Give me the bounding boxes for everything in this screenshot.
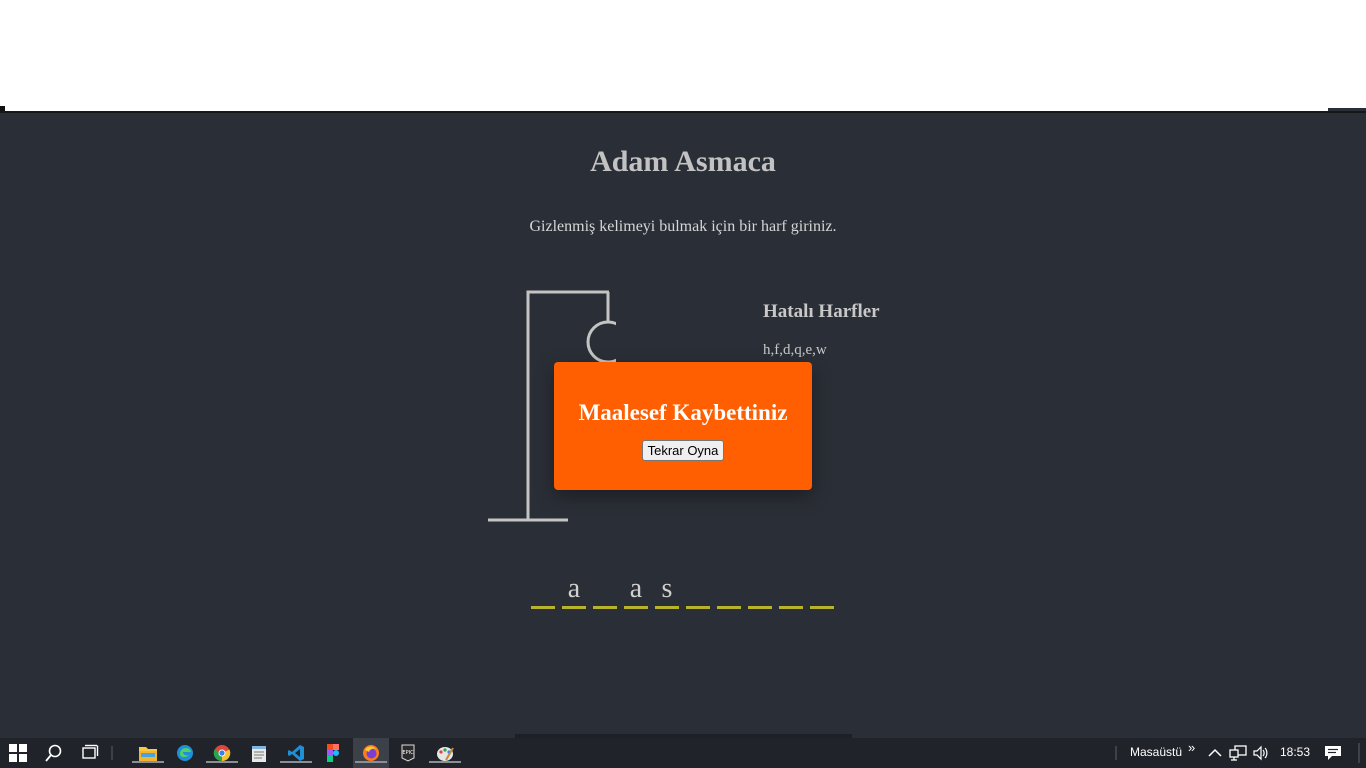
show-desktop-divider[interactable] bbox=[1354, 743, 1364, 763]
game-over-popup: Maalesef Kaybettiniz Tekrar Oyna bbox=[554, 362, 812, 490]
desktop-toolbar-label[interactable]: Masaüstü bbox=[1130, 745, 1182, 759]
letter-slot bbox=[779, 572, 803, 609]
search-icon[interactable] bbox=[44, 743, 64, 763]
notepad-icon[interactable] bbox=[249, 743, 269, 763]
task-view-icon[interactable] bbox=[80, 743, 100, 763]
toolbar-chevron-icon[interactable]: » bbox=[1188, 740, 1195, 755]
running-indicator bbox=[355, 761, 387, 763]
running-indicator bbox=[280, 761, 312, 763]
wrong-letters-list: h,f,d,q,e,w bbox=[763, 342, 827, 358]
hidden-word: a a s bbox=[531, 572, 834, 609]
letter-slot bbox=[717, 572, 741, 609]
page-title: Adam Asmaca bbox=[590, 145, 776, 178]
notifications-icon[interactable] bbox=[1323, 743, 1343, 763]
edge-icon[interactable] bbox=[175, 743, 195, 763]
game-over-message: Maalesef Kaybettiniz bbox=[578, 400, 788, 425]
network-icon[interactable] bbox=[1228, 743, 1248, 763]
letter-slot: a bbox=[562, 572, 586, 609]
taskbar: EPIC Masaüstü » 18:53 bbox=[0, 738, 1366, 768]
running-indicator bbox=[206, 761, 238, 763]
letter-slot bbox=[810, 572, 834, 609]
letter-slot: a bbox=[624, 572, 648, 609]
file-explorer-icon[interactable] bbox=[132, 743, 164, 763]
hangman-head bbox=[586, 320, 616, 364]
windows-start-icon[interactable] bbox=[8, 743, 28, 763]
taskbar-separator bbox=[107, 743, 117, 763]
wrong-letters-title: Hatalı Harfler bbox=[763, 301, 880, 322]
clock-time[interactable]: 18:53 bbox=[1280, 745, 1310, 759]
show-hidden-icons-icon[interactable] bbox=[1205, 743, 1225, 763]
letter-slot bbox=[531, 572, 555, 609]
play-again-button[interactable]: Tekrar Oyna bbox=[641, 440, 725, 461]
volume-icon[interactable] bbox=[1251, 743, 1271, 763]
epic-games-icon[interactable]: EPIC bbox=[398, 743, 418, 763]
figma-icon[interactable] bbox=[323, 743, 343, 763]
firefox-icon[interactable] bbox=[355, 743, 387, 763]
chrome-icon[interactable] bbox=[206, 743, 238, 763]
running-indicator bbox=[132, 761, 164, 763]
browser-blank-area bbox=[0, 0, 1366, 111]
running-indicator bbox=[429, 761, 461, 763]
letter-slot: s bbox=[655, 572, 679, 609]
letter-slot bbox=[748, 572, 772, 609]
vscode-icon[interactable] bbox=[280, 743, 312, 763]
svg-text:EPIC: EPIC bbox=[402, 750, 414, 756]
paint-icon[interactable] bbox=[429, 743, 461, 763]
tray-separator bbox=[1111, 743, 1121, 763]
letter-slot bbox=[593, 572, 617, 609]
letter-slot bbox=[686, 572, 710, 609]
instructions-text: Gizlenmiş kelimeyi bulmak için bir harf … bbox=[529, 218, 837, 235]
